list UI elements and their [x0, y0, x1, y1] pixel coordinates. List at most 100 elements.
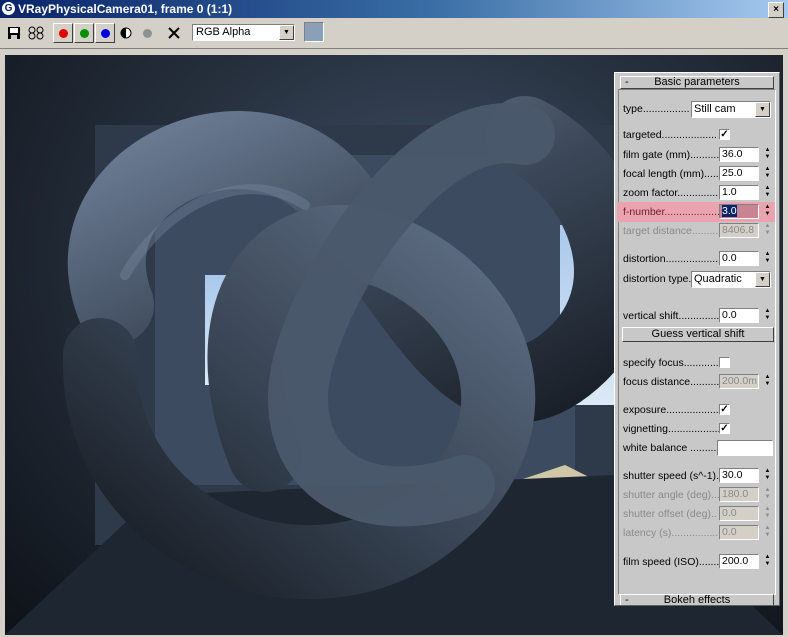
- check-icon: ✓: [720, 129, 729, 140]
- exposure-label: exposure.....................: [623, 404, 728, 416]
- shutter-angle-row: shutter angle (deg)... 180.0 ▲ ▼: [623, 487, 773, 503]
- target-distance-input[interactable]: 8406.8: [719, 223, 759, 238]
- collapse-icon: -: [625, 76, 629, 88]
- clone-icon: [28, 26, 44, 40]
- focus-distance-input[interactable]: 200.0m: [719, 374, 759, 389]
- type-label: type................: [623, 103, 690, 115]
- zoom-factor-spinner[interactable]: ▲ ▼: [763, 185, 772, 200]
- distortion-spinner[interactable]: ▲ ▼: [763, 251, 772, 266]
- exposure-checkbox[interactable]: ✓: [719, 404, 730, 415]
- target-distance-label: target distance...........: [623, 225, 724, 237]
- distortion-type-label: distortion type.: [623, 273, 692, 285]
- shutter-offset-input[interactable]: 0.0: [719, 506, 759, 521]
- targeted-label: targeted...................: [623, 129, 717, 141]
- target-distance-spinner[interactable]: ▲ ▼: [763, 223, 772, 238]
- clear-x-icon: [168, 27, 180, 39]
- save-image-button[interactable]: [4, 23, 24, 43]
- focus-distance-label: focus distance.............: [623, 376, 729, 388]
- distortion-row: distortion.................. 0.0 ▲ ▼: [623, 251, 773, 267]
- latency-spinner[interactable]: ▲ ▼: [763, 525, 772, 540]
- mono-button[interactable]: [137, 23, 157, 43]
- distortion-type-row: distortion type. Quadratic ▼: [623, 271, 773, 288]
- shutter-speed-spinner[interactable]: ▲ ▼: [763, 468, 772, 483]
- clear-button[interactable]: [164, 23, 184, 43]
- focus-distance-spinner[interactable]: ▲ ▼: [763, 374, 772, 389]
- green-channel-button[interactable]: [74, 23, 94, 43]
- alpha-channel-button[interactable]: [116, 23, 136, 43]
- film-speed-spinner[interactable]: ▲ ▼: [763, 554, 772, 569]
- red-dot-icon: [58, 28, 68, 38]
- distortion-input[interactable]: 0.0: [719, 251, 759, 266]
- shutter-speed-input[interactable]: 30.0: [719, 468, 759, 483]
- title-bar: G VRayPhysicalCamera01, frame 0 (1:1) ×: [0, 0, 788, 18]
- chevron-down-icon[interactable]: ▼: [755, 102, 770, 117]
- f-number-input[interactable]: 3.0: [719, 204, 759, 219]
- f-number-value: 3.0: [722, 205, 737, 217]
- film-gate-row: film gate (mm)............ 36.0 ▲ ▼: [623, 147, 773, 163]
- film-speed-label: film speed (ISO).......: [623, 556, 720, 568]
- white-balance-label: white balance .........: [623, 442, 717, 454]
- chevron-down-icon[interactable]: ▼: [279, 25, 294, 40]
- save-icon: [8, 27, 20, 39]
- shutter-speed-row: shutter speed (s^-1). 30.0 ▲ ▼: [623, 468, 773, 484]
- bokeh-effects-title: Bokeh effects: [663, 594, 731, 606]
- type-dropdown[interactable]: Still cam ▼: [691, 101, 771, 118]
- specify-focus-checkbox[interactable]: [719, 357, 730, 368]
- color-swatch[interactable]: [304, 22, 324, 42]
- basic-parameters-title: Basic parameters: [654, 76, 740, 88]
- close-button[interactable]: ×: [768, 2, 784, 18]
- app-icon: G: [2, 2, 15, 15]
- vignetting-label: vignetting...................: [623, 423, 724, 435]
- half-circle-icon: [120, 27, 132, 39]
- zoom-factor-label: zoom factor..............: [623, 187, 719, 199]
- blue-dot-icon: [100, 28, 110, 38]
- zoom-factor-input[interactable]: 1.0: [719, 185, 759, 200]
- f-number-row: f-number................... 3.0 ▲ ▼: [623, 204, 773, 220]
- shutter-angle-input[interactable]: 180.0: [719, 487, 759, 502]
- targeted-checkbox[interactable]: ✓: [719, 129, 730, 140]
- film-speed-row: film speed (ISO)....... 200.0 ▲ ▼: [623, 554, 773, 570]
- vignetting-checkbox[interactable]: ✓: [719, 423, 730, 434]
- film-speed-input[interactable]: 200.0: [719, 554, 759, 569]
- specify-focus-row: specify focus..............: [623, 355, 773, 371]
- vertical-shift-spinner[interactable]: ▲ ▼: [763, 308, 772, 323]
- vignetting-row: vignetting................... ✓: [623, 421, 773, 437]
- shutter-angle-spinner[interactable]: ▲ ▼: [763, 487, 772, 502]
- targeted-row: targeted................... ✓: [623, 127, 773, 143]
- shutter-speed-label: shutter speed (s^-1).: [623, 470, 719, 482]
- bokeh-effects-rollout-header[interactable]: - Bokeh effects: [620, 594, 774, 606]
- clone-frame-button[interactable]: [26, 23, 46, 43]
- shutter-offset-spinner[interactable]: ▲ ▼: [763, 506, 772, 521]
- film-gate-spinner[interactable]: ▲ ▼: [763, 147, 772, 162]
- f-number-spinner[interactable]: ▲ ▼: [763, 204, 772, 219]
- focal-length-input[interactable]: 25.0: [719, 166, 759, 181]
- guess-vertical-shift-button[interactable]: Guess vertical shift: [622, 327, 774, 342]
- check-icon: ✓: [720, 423, 729, 434]
- vertical-shift-input[interactable]: 0.0: [719, 308, 759, 323]
- f-number-label: f-number...................: [623, 206, 720, 218]
- basic-parameters-rollout-header[interactable]: - Basic parameters: [620, 76, 774, 89]
- toolbar: RGB Alpha ▼: [0, 18, 788, 49]
- focal-length-label: focal length (mm).........: [623, 168, 731, 180]
- zoom-factor-row: zoom factor.............. 1.0 ▲ ▼: [623, 185, 773, 201]
- distortion-type-dropdown[interactable]: Quadratic ▼: [691, 271, 771, 288]
- target-distance-row: target distance........... 8406.8 ▲ ▼: [623, 223, 773, 239]
- film-gate-input[interactable]: 36.0: [719, 147, 759, 162]
- check-icon: ✓: [720, 404, 729, 415]
- green-dot-icon: [79, 28, 89, 38]
- latency-input[interactable]: 0.0: [719, 525, 759, 540]
- exposure-row: exposure..................... ✓: [623, 402, 773, 418]
- collapse-icon: -: [625, 594, 629, 606]
- specify-focus-label: specify focus..............: [623, 357, 725, 369]
- blue-channel-button[interactable]: [95, 23, 115, 43]
- red-channel-button[interactable]: [53, 23, 73, 43]
- shutter-offset-label: shutter offset (deg)..: [623, 508, 717, 520]
- latency-row: latency (s).................. 0.0 ▲ ▼: [623, 525, 773, 541]
- channel-select[interactable]: RGB Alpha ▼: [192, 24, 295, 41]
- white-balance-swatch[interactable]: [717, 440, 773, 456]
- gray-dot-icon: [142, 28, 152, 38]
- channel-select-value: RGB Alpha: [196, 26, 251, 38]
- chevron-down-icon[interactable]: ▼: [755, 272, 770, 287]
- vertical-shift-label: vertical shift...............: [623, 310, 723, 322]
- focal-length-spinner[interactable]: ▲ ▼: [763, 166, 772, 181]
